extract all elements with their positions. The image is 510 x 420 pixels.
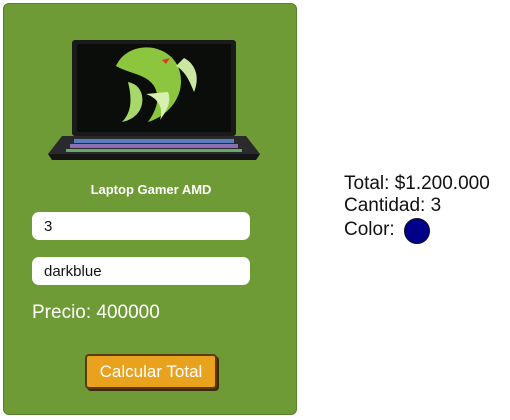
total-text: Total: $1.200.000: [344, 173, 490, 194]
product-card: Laptop Gamer AMD Precio: 400000 Calcular…: [3, 3, 297, 415]
color-swatch: [403, 218, 430, 244]
price-text: Precio: 400000: [32, 302, 160, 323]
order-summary: Total: $1.200.000 Cantidad: 3 Color:: [344, 173, 490, 244]
color-input[interactable]: [32, 257, 250, 285]
page: Laptop Gamer AMD Precio: 400000 Calcular…: [0, 0, 510, 420]
laptop-image: [48, 40, 260, 160]
color-summary: Color:: [344, 217, 490, 244]
color-label: Color:: [344, 219, 395, 241]
calculate-total-button[interactable]: Calcular Total: [85, 354, 217, 389]
quantity-summary: Cantidad: 3: [344, 195, 442, 216]
product-name: Laptop Gamer AMD: [90, 182, 212, 197]
quantity-input[interactable]: [32, 212, 250, 240]
